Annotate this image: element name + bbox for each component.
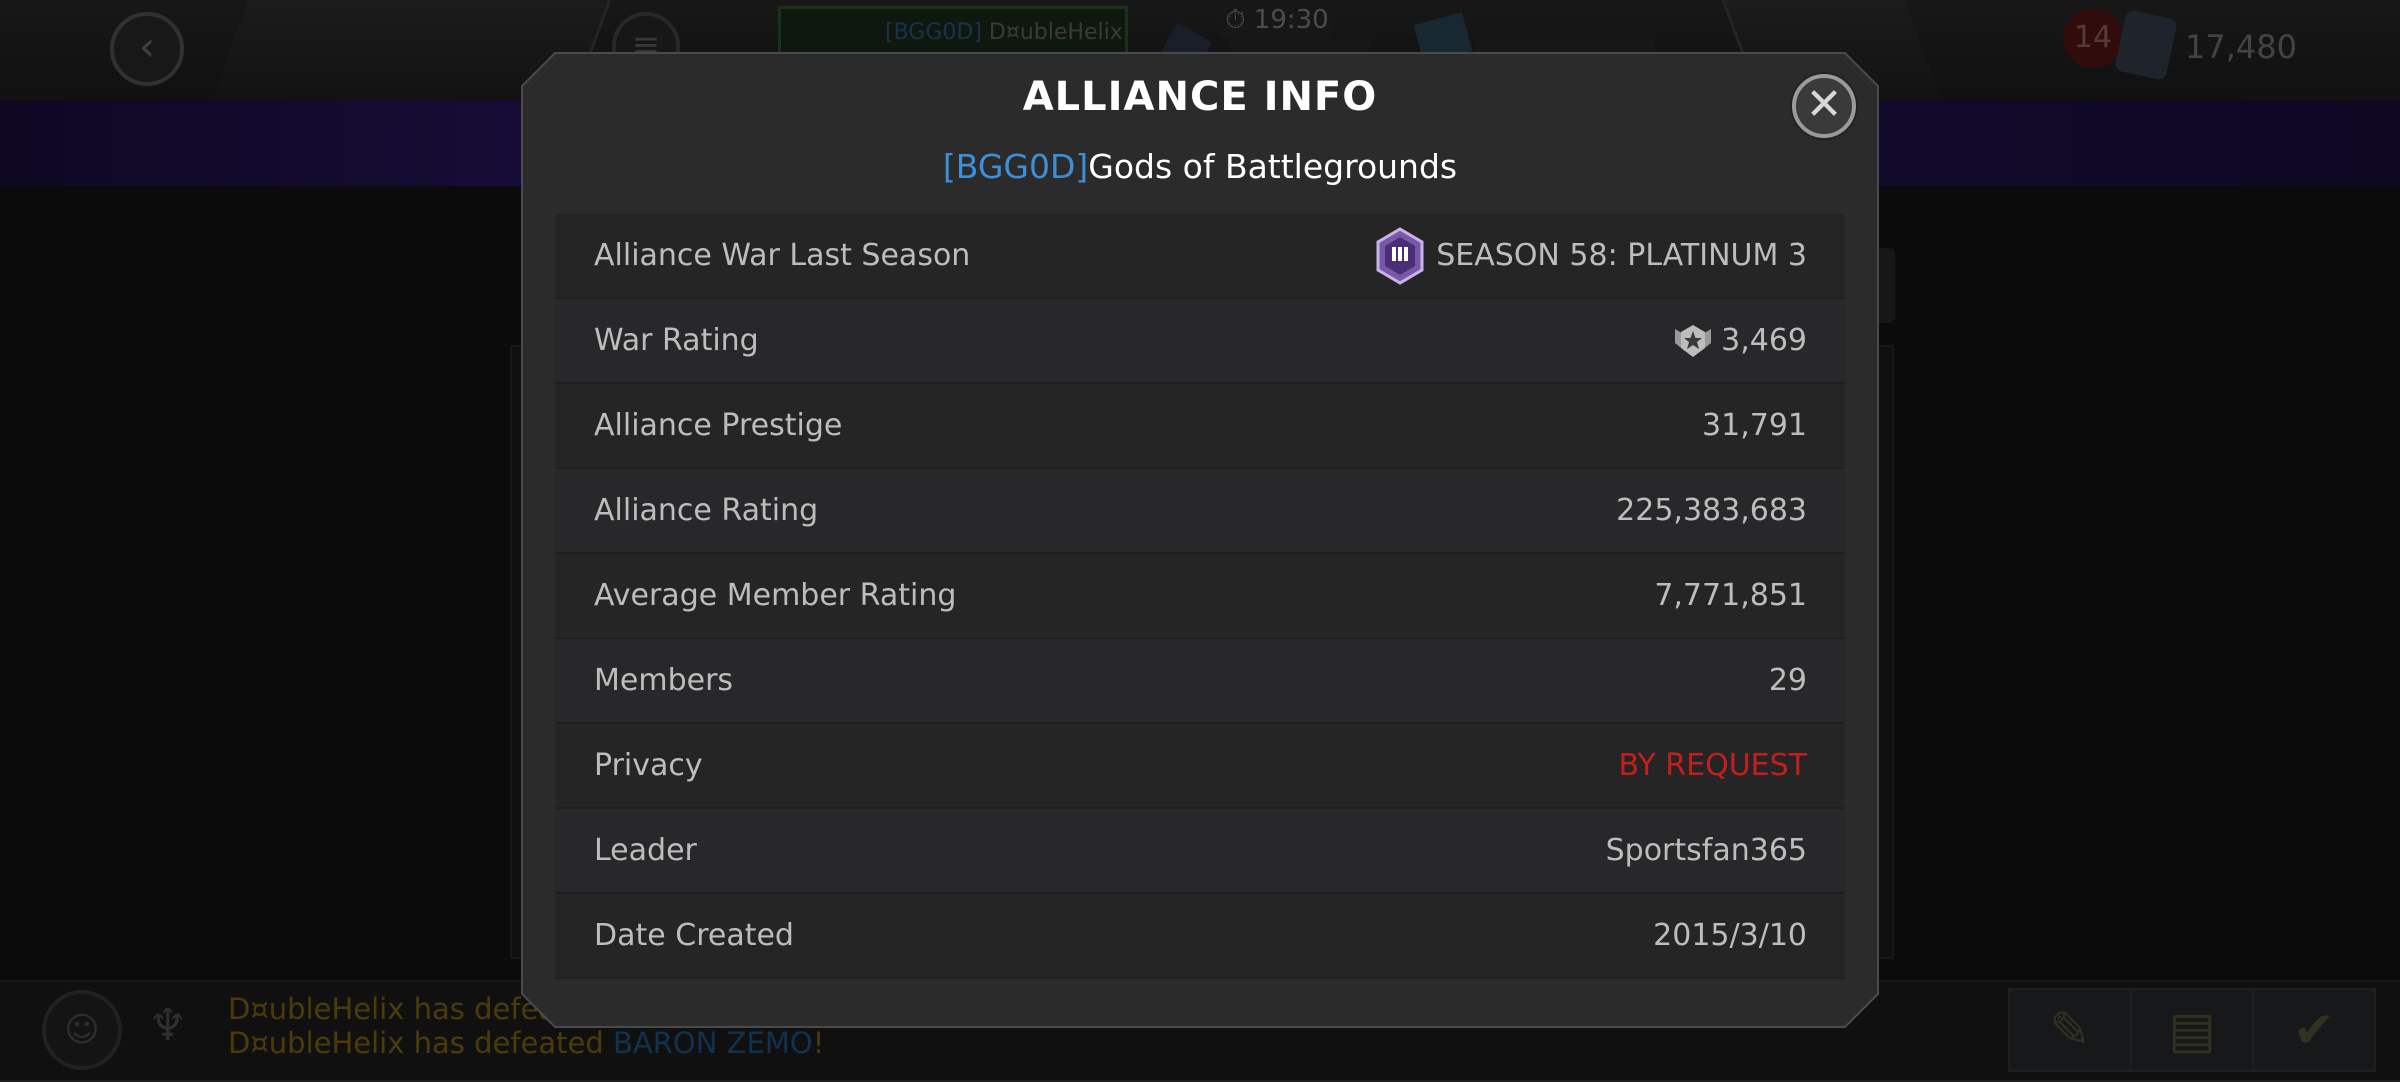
row-label: Alliance Prestige <box>594 408 843 443</box>
row-value: SEASON 58: PLATINUM 3 <box>1436 238 1807 273</box>
row-privacy: Privacy BY REQUEST <box>555 724 1845 809</box>
row-label: Average Member Rating <box>594 578 957 613</box>
alliance-info-modal: ALLIANCE INFO [BGG0D]Gods of Battlegroun… <box>521 52 1879 1028</box>
row-war-last-season: Alliance War Last Season SEASON 58: PLAT… <box>555 214 1845 299</box>
row-date-created: Date Created 2015/3/10 <box>555 894 1845 979</box>
row-value: 7,771,851 <box>1654 578 1807 613</box>
row-value: 2015/3/10 <box>1653 918 1807 953</box>
leader-value[interactable]: Sportsfan365 <box>1606 809 1807 892</box>
war-rating-icon <box>1671 299 1715 382</box>
alliance-name-line: [BGG0D]Gods of Battlegrounds <box>521 147 1879 186</box>
modal-title: ALLIANCE INFO <box>1022 74 1378 120</box>
alliance-info-table: Alliance War Last Season SEASON 58: PLAT… <box>555 214 1845 979</box>
row-label: Alliance Rating <box>594 493 819 528</box>
platinum-tier-icon <box>1375 214 1425 297</box>
alliance-tag: [BGG0D] <box>942 147 1089 186</box>
row-alliance-prestige: Alliance Prestige 31,791 <box>555 384 1845 469</box>
row-leader: Leader Sportsfan365 <box>555 809 1845 894</box>
alliance-name: Gods of Battlegrounds <box>1088 147 1458 186</box>
row-value: 3,469 <box>1721 323 1807 358</box>
row-label: Alliance War Last Season <box>594 238 971 273</box>
row-value: 31,791 <box>1702 408 1807 443</box>
row-members: Members 29 <box>555 639 1845 724</box>
row-label: Privacy <box>594 748 703 783</box>
row-label: War Rating <box>594 323 759 358</box>
row-value: 225,383,683 <box>1616 493 1807 528</box>
row-value: 29 <box>1768 663 1807 698</box>
row-average-member-rating: Average Member Rating 7,771,851 <box>555 554 1845 639</box>
row-label: Members <box>594 663 734 698</box>
row-label: Leader <box>594 833 697 868</box>
close-icon: ✕ <box>1805 79 1843 130</box>
row-alliance-rating: Alliance Rating 225,383,683 <box>555 469 1845 554</box>
privacy-value: BY REQUEST <box>1618 748 1807 783</box>
row-war-rating: War Rating 3,469 <box>555 299 1845 384</box>
close-button[interactable]: ✕ <box>1792 74 1856 138</box>
row-label: Date Created <box>594 918 794 953</box>
